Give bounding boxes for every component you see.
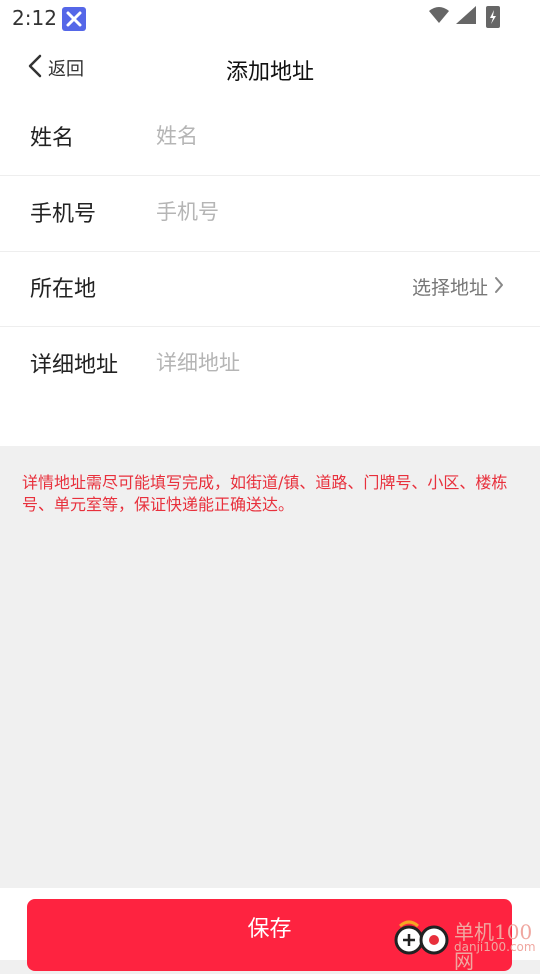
chevron-right-icon (494, 276, 504, 298)
location-picker-text: 选择地址 (411, 277, 488, 299)
status-bar: 2:12 (0, 0, 540, 36)
address-tip: 详情地址需尽可能填写完成，如街道/镇、道路、门牌号、小区、楼栋号、单元室等，保证… (22, 473, 508, 514)
battery-icon (486, 6, 500, 28)
detail-row: 详细地址 (0, 327, 540, 446)
signal-icon (456, 6, 476, 28)
nav-header: 返回 添加地址 (0, 36, 540, 101)
name-input[interactable] (156, 114, 496, 158)
detail-address-input[interactable] (156, 341, 496, 385)
location-label: 所在地 (30, 277, 97, 302)
watermark-subtitle: danji100.com (454, 940, 536, 954)
phone-input[interactable] (156, 190, 496, 234)
phone-row: 手机号 (0, 176, 540, 252)
address-form: 姓名 手机号 所在地 选择地址 详细地址 (0, 100, 540, 446)
location-picker[interactable]: 选择地址 (412, 273, 504, 300)
app-notification-icon (62, 7, 86, 31)
name-row: 姓名 (0, 100, 540, 176)
detail-label: 详细地址 (30, 353, 119, 378)
watermark: 单机100网 danji100.com (392, 912, 540, 973)
status-time: 2:12 (12, 6, 57, 30)
wifi-icon (428, 6, 450, 28)
watermark-logo-icon (392, 918, 452, 962)
phone-label: 手机号 (30, 202, 97, 227)
status-icons (428, 6, 476, 28)
name-label: 姓名 (30, 126, 75, 151)
location-row[interactable]: 所在地 选择地址 (0, 251, 540, 327)
page-title: 添加地址 (225, 60, 314, 85)
